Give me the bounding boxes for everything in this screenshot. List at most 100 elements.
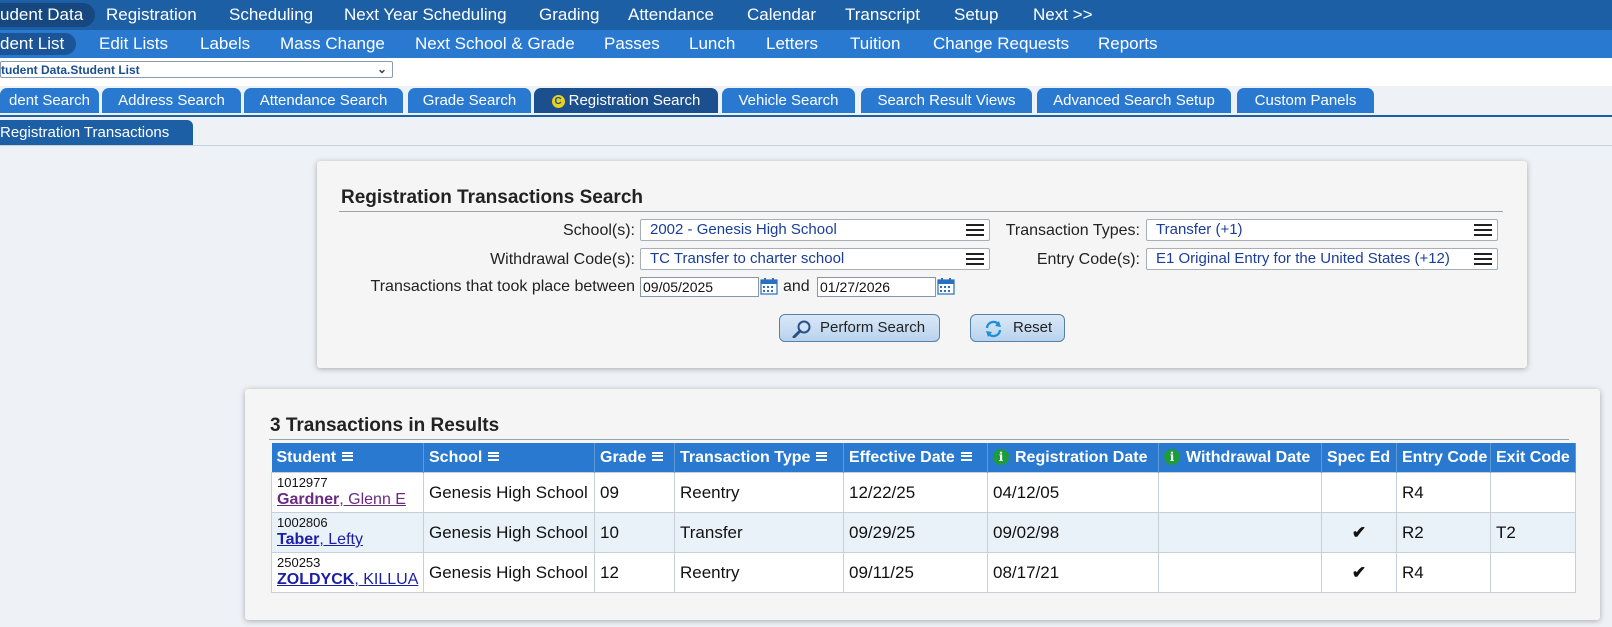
column-header-label: Transaction Type: [680, 448, 811, 466]
breadcrumb-select[interactable]: tudent Data.Student List ⌄: [0, 61, 393, 78]
perform-search-label: Perform Search: [820, 319, 926, 336]
calendar-icon[interactable]: [937, 277, 955, 295]
column-header-grade[interactable]: Grade: [594, 443, 675, 473]
menu-icon[interactable]: [966, 253, 984, 265]
student-first-name: , Lefty: [319, 531, 363, 548]
nav-scheduling[interactable]: Scheduling: [229, 0, 313, 30]
divider: [339, 211, 1503, 212]
nav-letters[interactable]: Letters: [766, 30, 818, 58]
column-header-school[interactable]: School: [423, 443, 595, 473]
nav-setup[interactable]: Setup: [954, 0, 998, 30]
subtab-registration-transactions[interactable]: Registration Transactions: [0, 120, 193, 145]
tab-attendance-search[interactable]: Attendance Search: [244, 88, 403, 113]
column-menu-icon[interactable]: [342, 451, 354, 461]
tab-vehicle-search[interactable]: Vehicle Search: [722, 88, 855, 113]
entry-codes-field[interactable]: E1 Original Entry for the United States …: [1146, 248, 1498, 270]
school-cell: Genesis High School: [423, 472, 595, 513]
nav-next-year-scheduling[interactable]: Next Year Scheduling: [344, 0, 507, 30]
column-menu-icon[interactable]: [960, 451, 972, 461]
column-header-label: Registration Date: [1015, 448, 1148, 466]
schools-field[interactable]: 2002 - Genesis High School: [640, 219, 990, 241]
column-menu-icon[interactable]: [652, 451, 664, 461]
column-menu-icon[interactable]: [816, 451, 828, 461]
column-header-label: Entry Code: [1402, 448, 1488, 466]
exit-code-cell: [1490, 552, 1576, 593]
tab-student-search[interactable]: dent Search: [0, 88, 99, 113]
calendar-icon[interactable]: [760, 277, 778, 295]
column-header-withdrawal-date[interactable]: i Withdrawal Date: [1158, 443, 1322, 473]
info-icon[interactable]: i: [993, 448, 1009, 465]
breadcrumb-select-value: tudent Data.Student List: [1, 63, 140, 77]
info-icon[interactable]: i: [1164, 448, 1180, 465]
search-panel: Registration Transactions Search School(…: [317, 161, 1527, 368]
nav-transcript[interactable]: Transcript: [845, 0, 920, 30]
primary-nav: udent Data Registration Scheduling Next …: [0, 0, 1612, 30]
date-range-label: Transactions that took place between: [370, 278, 635, 295]
column-header-label: Exit Code: [1496, 448, 1570, 466]
perform-search-button[interactable]: Perform Search: [779, 314, 940, 342]
school-cell: Genesis High School: [423, 552, 595, 593]
tab-custom-panels[interactable]: Custom Panels: [1237, 88, 1374, 113]
column-header-label: School: [429, 448, 483, 466]
student-link[interactable]: Taber, Lefty: [277, 531, 363, 548]
effective-date-cell: 12/22/25: [843, 472, 988, 513]
nav-calendar[interactable]: Calendar: [747, 0, 816, 30]
nav-student-list[interactable]: dent List: [0, 33, 77, 55]
search-tabs: dent Search Address Search Attendance Se…: [0, 88, 1612, 117]
entry-code-cell: R4: [1396, 552, 1491, 593]
column-header-label: Grade: [600, 448, 647, 466]
column-header-exit-code[interactable]: Exit Code: [1490, 443, 1576, 473]
registration-date-cell: 08/17/21: [987, 552, 1159, 593]
and-label: and: [783, 278, 810, 295]
nav-lunch[interactable]: Lunch: [689, 30, 735, 58]
tab-address-search[interactable]: Address Search: [102, 88, 241, 113]
nav-grading[interactable]: Grading: [539, 0, 599, 30]
column-header-student[interactable]: Student: [271, 443, 424, 473]
nav-next[interactable]: Next >>: [1033, 0, 1093, 30]
column-header-entry-code[interactable]: Entry Code: [1396, 443, 1491, 473]
entry-code-cell: R2: [1396, 512, 1491, 553]
withdrawal-codes-field[interactable]: TC Transfer to charter school: [640, 248, 990, 270]
transaction-types-field[interactable]: Transfer (+1): [1146, 219, 1498, 241]
nav-mass-change[interactable]: Mass Change: [280, 30, 385, 58]
registration-date-cell: 09/02/98: [987, 512, 1159, 553]
tab-grade-search[interactable]: Grade Search: [408, 88, 531, 113]
column-header-effective-date[interactable]: Effective Date: [843, 443, 988, 473]
student-first-name: , Glenn E: [339, 491, 406, 508]
nav-tuition[interactable]: Tuition: [850, 30, 900, 58]
student-cell: 1012977 Gardner, Glenn E: [271, 472, 424, 513]
student-link[interactable]: Gardner, Glenn E: [277, 491, 406, 508]
menu-icon[interactable]: [966, 224, 984, 236]
search-panel-title: Registration Transactions Search: [341, 187, 643, 208]
tab-registration-search-label: Registration Search: [568, 92, 701, 109]
date-from-input[interactable]: 09/05/2025: [640, 277, 759, 297]
nav-attendance[interactable]: Attendance: [628, 0, 714, 30]
student-id: 1002806: [277, 515, 328, 530]
nav-registration[interactable]: Registration: [106, 0, 197, 30]
nav-change-requests[interactable]: Change Requests: [933, 30, 1069, 58]
grade-cell: 10: [594, 512, 675, 553]
tab-advanced-search-setup[interactable]: Advanced Search Setup: [1037, 88, 1231, 113]
menu-icon[interactable]: [1474, 224, 1492, 236]
nav-passes[interactable]: Passes: [604, 30, 660, 58]
nav-student-data[interactable]: udent Data: [0, 3, 96, 27]
nav-next-school-grade[interactable]: Next School & Grade: [415, 30, 575, 58]
entry-code-cell: R4: [1396, 472, 1491, 513]
menu-icon[interactable]: [1474, 253, 1492, 265]
c-circle-icon: C: [551, 95, 565, 108]
date-to-input[interactable]: 01/27/2026: [817, 277, 936, 297]
column-header-transaction-type[interactable]: Transaction Type: [674, 443, 844, 473]
effective-date-cell: 09/29/25: [843, 512, 988, 553]
student-link[interactable]: ZOLDYCK, KILLUA: [277, 571, 418, 588]
column-menu-icon[interactable]: [488, 451, 500, 461]
column-header-label: Student: [276, 448, 337, 466]
nav-reports[interactable]: Reports: [1098, 30, 1158, 58]
results-title: 3 Transactions in Results: [270, 415, 500, 436]
column-header-spec-ed[interactable]: Spec Ed: [1321, 443, 1397, 473]
tab-search-result-views[interactable]: Search Result Views: [861, 88, 1032, 113]
nav-edit-lists[interactable]: Edit Lists: [99, 30, 168, 58]
reset-button[interactable]: Reset: [970, 314, 1065, 342]
nav-labels[interactable]: Labels: [200, 30, 250, 58]
tab-registration-search[interactable]: C Registration Search: [534, 88, 718, 113]
column-header-registration-date[interactable]: i Registration Date: [987, 443, 1159, 473]
